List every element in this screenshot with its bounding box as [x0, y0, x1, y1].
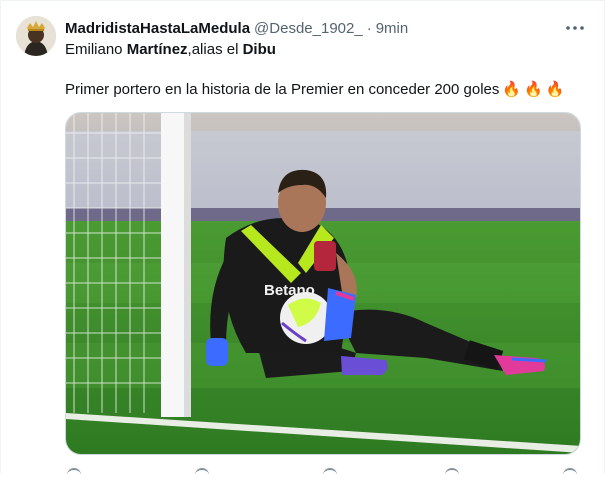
divider	[0, 0, 1, 473]
display-name[interactable]: MadridistaHastaLaMedula	[65, 20, 250, 37]
text-bold-nickname: Dibu	[242, 41, 276, 58]
like-icon[interactable]	[323, 468, 337, 478]
divider	[0, 0, 605, 1]
avatar-image	[16, 16, 56, 56]
text-bold-name: Martínez	[126, 41, 188, 58]
tweet-actions-bar	[65, 462, 581, 474]
retweet-icon[interactable]	[195, 468, 209, 478]
tweet-text-line-2: Primer portero en la historia de la Prem…	[65, 80, 564, 100]
timestamp[interactable]: 9min	[376, 20, 409, 37]
views-icon[interactable]	[445, 468, 459, 478]
fire-emoji-icon: 🔥	[545, 81, 565, 98]
tweet-header: MadridistaHastaLaMedula @Desde_1902_ · 9…	[65, 18, 408, 38]
more-horizontal-icon[interactable]	[563, 16, 587, 40]
avatar[interactable]	[16, 16, 56, 56]
text-plain: ,alias el	[187, 41, 243, 58]
tweet-card[interactable]: MadridistaHastaLaMedula @Desde_1902_ · 9…	[0, 0, 605, 473]
tweet-text: Primer portero en la historia de la Prem…	[65, 81, 500, 98]
reply-icon[interactable]	[67, 468, 81, 478]
tweet-media-photo[interactable]: Betano	[65, 112, 581, 455]
share-icon[interactable]	[563, 468, 577, 478]
tweet-text-line-1: Emiliano Martínez,alias el Dibu	[65, 40, 276, 60]
text-plain: Emiliano	[65, 41, 127, 58]
photo-goalkeeper: Betano	[66, 113, 580, 454]
separator: ·	[366, 19, 372, 37]
fire-emoji-icon: 🔥	[502, 81, 522, 98]
user-handle[interactable]: @Desde_1902_	[254, 20, 363, 37]
fire-emoji-icon: 🔥	[524, 81, 543, 98]
